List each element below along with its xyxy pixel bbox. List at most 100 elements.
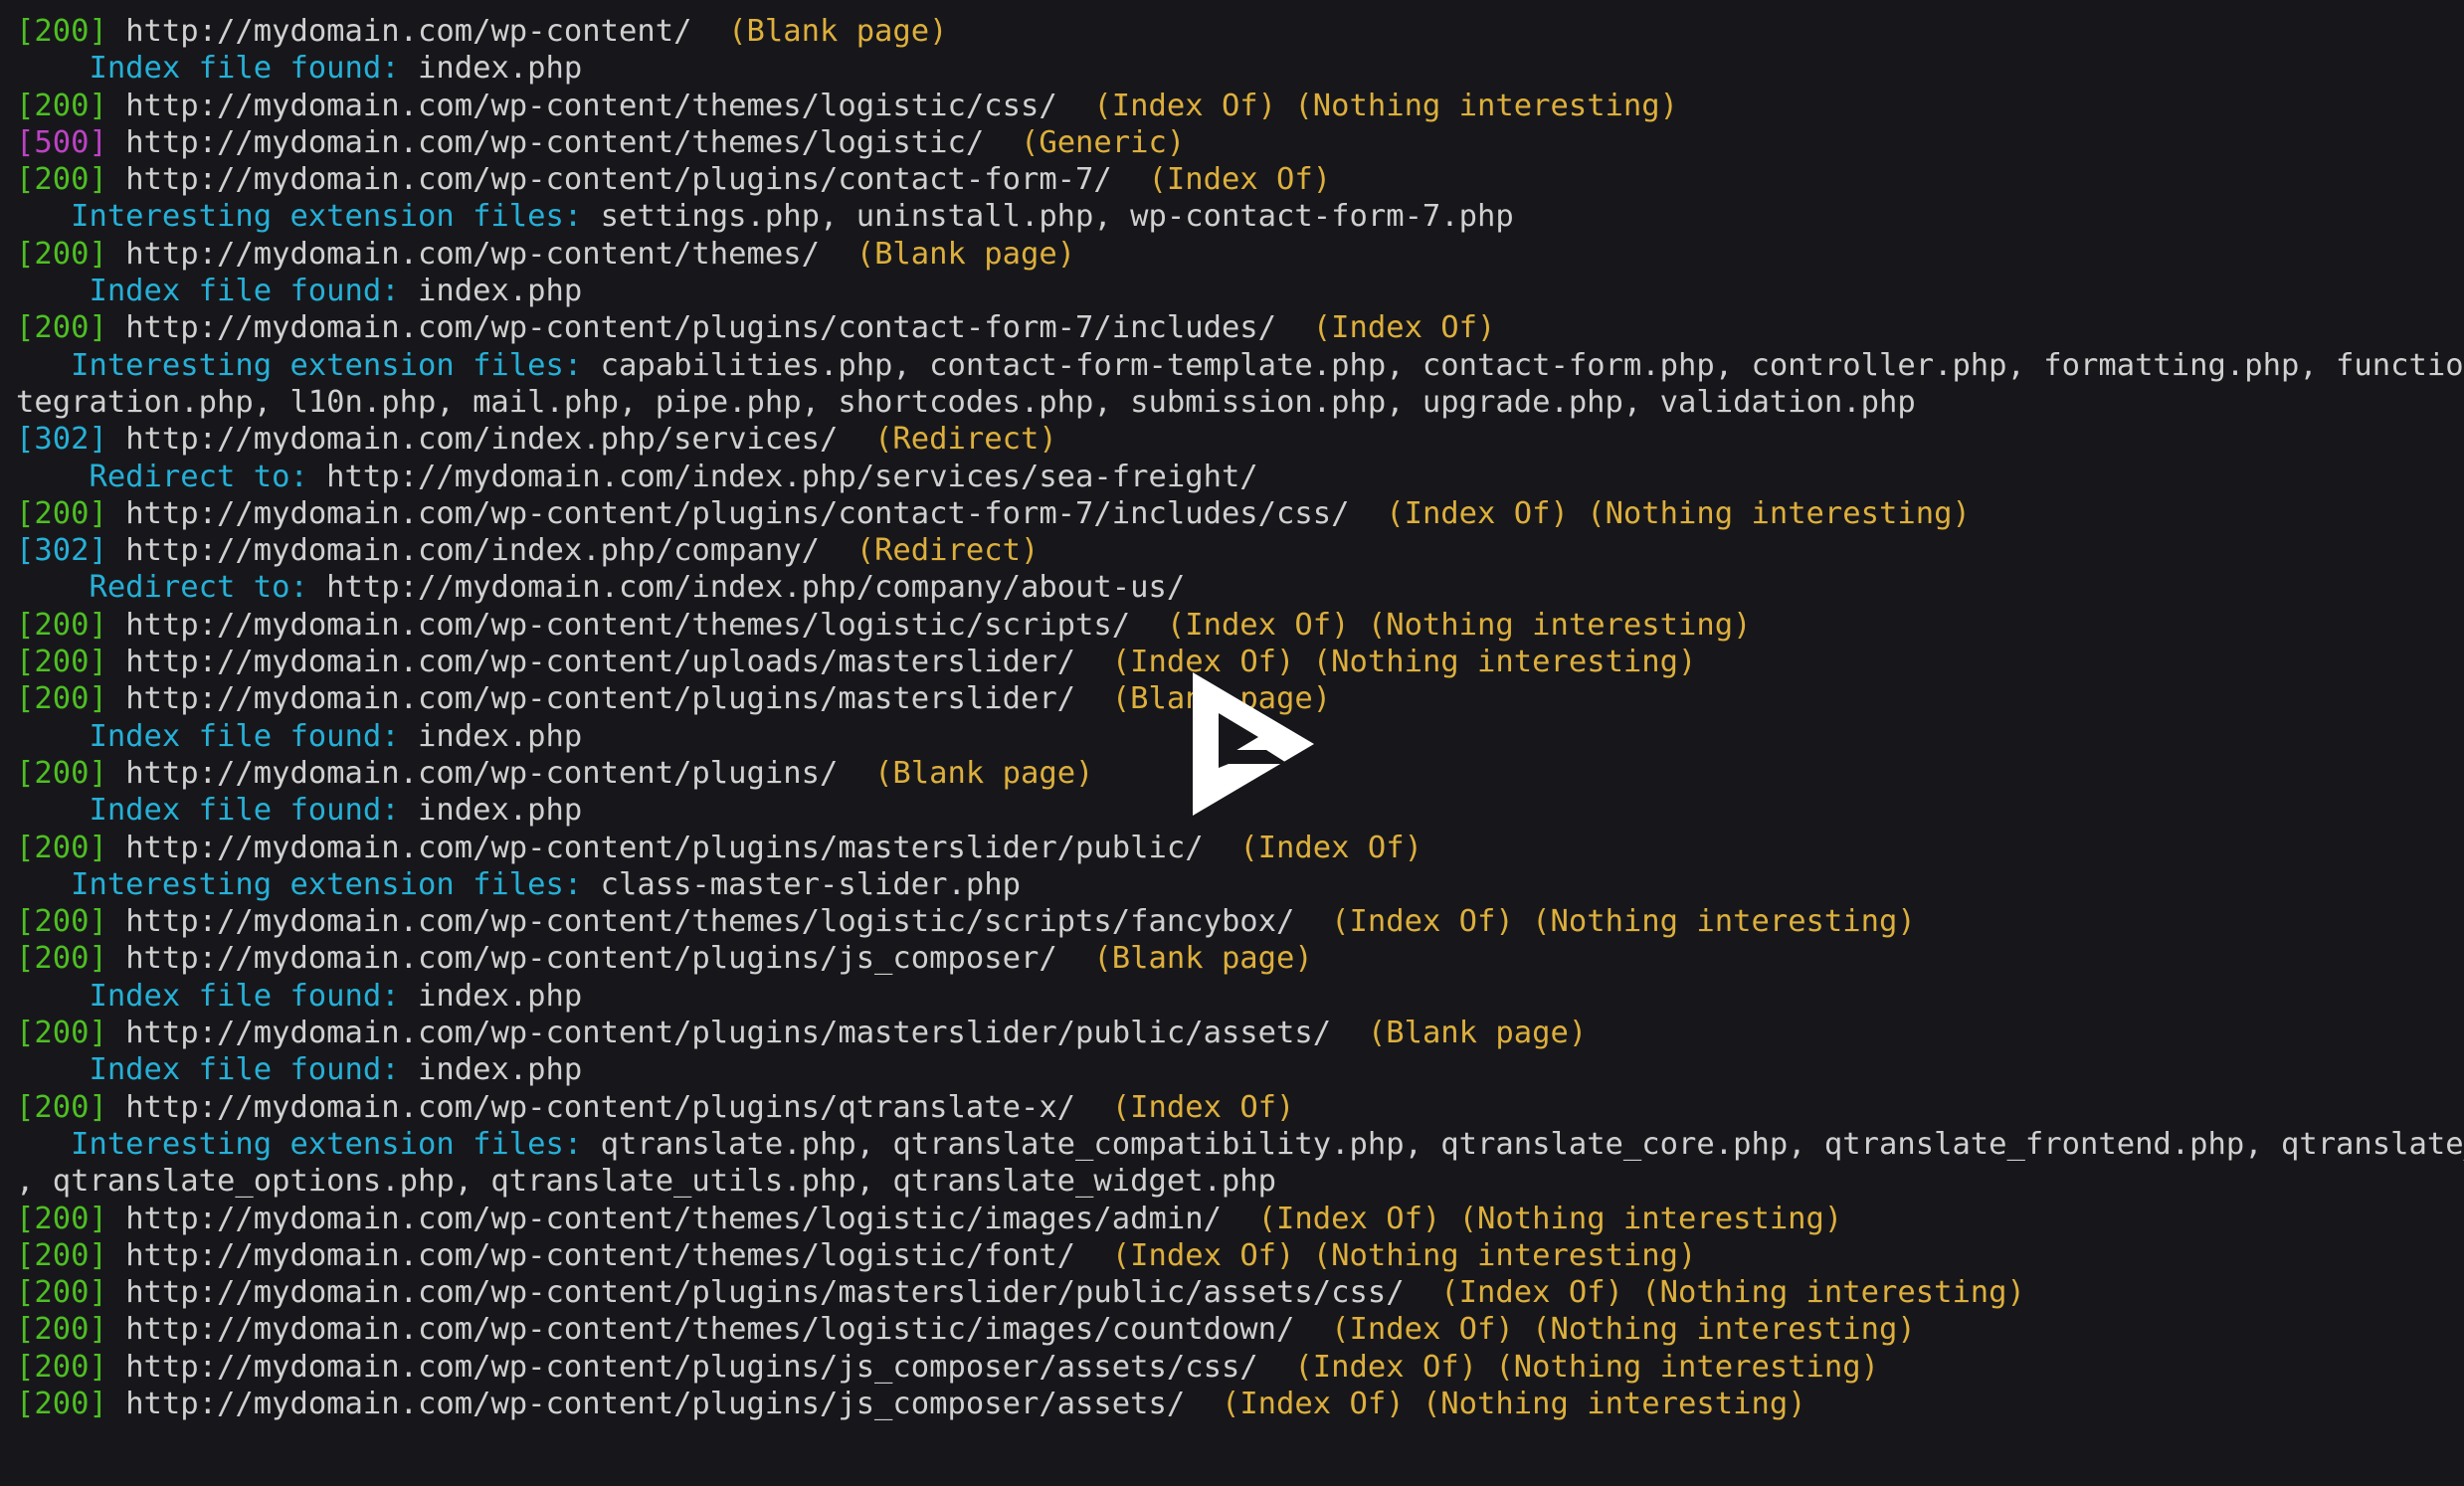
index-value: index.php [399, 1052, 583, 1088]
url: http://mydomain.com/wp-content/themes/lo… [106, 904, 1332, 940]
status-code: [302] [16, 533, 107, 569]
url: http://mydomain.com/wp-content/themes/lo… [106, 1312, 1332, 1348]
terminal-line: [302] http://mydomain.com/index.php/serv… [16, 421, 2464, 458]
note: (Index Of) (Nothing interesting) [1221, 1386, 1806, 1421]
index-label: Index file found: [16, 274, 400, 309]
note: (Index Of) (Nothing interesting) [1331, 1312, 1916, 1348]
ext-label: Interesting extension files: [16, 199, 583, 235]
status-code: [200] [16, 755, 107, 791]
url: http://mydomain.com/index.php/company/ [106, 533, 856, 569]
note: (Generic) [1020, 124, 1186, 160]
terminal-line: [200] http://mydomain.com/wp-content/ (B… [16, 13, 2464, 50]
terminal-line: , qtranslate_options.php, qtranslate_uti… [16, 1163, 2464, 1200]
terminal-line: [200] http://mydomain.com/wp-content/plu… [16, 830, 2464, 866]
ext-value: class-master-slider.php [582, 866, 1021, 902]
url: http://mydomain.com/wp-content/themes/lo… [106, 88, 1094, 123]
terminal-line: Index file found: index.php [16, 1051, 2464, 1088]
redirect-value: http://mydomain.com/index.php/services/s… [307, 459, 1258, 494]
url: http://mydomain.com/wp-content/ [106, 14, 729, 49]
status-code: [200] [16, 1349, 107, 1385]
note: (Index Of) (Nothing interesting) [1440, 1275, 2025, 1311]
ext-label: Interesting extension files: [16, 347, 583, 383]
index-value: index.php [399, 51, 583, 87]
status-code: [200] [16, 162, 107, 198]
terminal-line: [200] http://mydomain.com/wp-content/plu… [16, 1089, 2464, 1126]
note: (Index Of) [1111, 1089, 1295, 1125]
redirect-value: http://mydomain.com/index.php/company/ab… [307, 570, 1186, 606]
status-code: [200] [16, 1016, 107, 1051]
terminal-line: Index file found: index.php [16, 50, 2464, 87]
terminal-line: Redirect to: http://mydomain.com/index.p… [16, 459, 2464, 495]
status-code: [200] [16, 1312, 107, 1348]
note: (Index Of) [1148, 162, 1332, 198]
url: http://mydomain.com/wp-content/plugins/m… [106, 830, 1240, 865]
terminal-line: [200] http://mydomain.com/wp-content/the… [16, 903, 2464, 940]
terminal-line: Interesting extension files: settings.ph… [16, 198, 2464, 235]
terminal-line: [200] http://mydomain.com/wp-content/plu… [16, 309, 2464, 346]
note: (Blank page) [728, 14, 948, 49]
ext-label: Interesting extension files: [16, 1126, 583, 1162]
status-code: [200] [16, 1089, 107, 1125]
url: http://mydomain.com/wp-content/plugins/m… [106, 681, 1112, 717]
redirect-label: Redirect to: [16, 459, 308, 494]
index-value: index.php [399, 274, 583, 309]
terminal-line: [200] http://mydomain.com/wp-content/the… [16, 88, 2464, 124]
play-button[interactable] [1191, 670, 1316, 818]
note: (Redirect) [874, 422, 1057, 458]
index-value: index.php [399, 978, 583, 1014]
ext-label: Interesting extension files: [16, 866, 583, 902]
terminal-line: Index file found: index.php [16, 273, 2464, 309]
index-label: Index file found: [16, 1052, 400, 1088]
status-code: [500] [16, 124, 107, 160]
note: (Index Of) (Nothing interesting) [1294, 1349, 1880, 1385]
ext-value-wrap: tegration.php, l10n.php, mail.php, pipe.… [16, 384, 1916, 420]
status-code: [200] [16, 1237, 107, 1273]
status-code: [200] [16, 14, 107, 49]
url: http://mydomain.com/wp-content/plugins/j… [106, 1386, 1222, 1421]
url: http://mydomain.com/wp-content/themes/lo… [106, 124, 1021, 160]
status-code: [200] [16, 941, 107, 977]
terminal-line: [200] http://mydomain.com/wp-content/the… [16, 236, 2464, 273]
note: (Index Of) [1312, 310, 1496, 346]
redirect-label: Redirect to: [16, 570, 308, 606]
status-code: [200] [16, 88, 107, 123]
terminal-window: [200] http://mydomain.com/wp-content/ (B… [0, 0, 2464, 1486]
status-code: [302] [16, 422, 107, 458]
terminal-line: [200] http://mydomain.com/wp-content/the… [16, 1201, 2464, 1237]
url: http://mydomain.com/wp-content/themes/lo… [106, 1237, 1112, 1273]
index-value: index.php [399, 718, 583, 754]
note: (Index Of) (Nothing interesting) [1093, 88, 1679, 123]
terminal-line: [200] http://mydomain.com/wp-content/the… [16, 607, 2464, 644]
terminal-line: Index file found: index.php [16, 978, 2464, 1015]
terminal-line: [200] http://mydomain.com/wp-content/plu… [16, 1386, 2464, 1422]
ext-value: capabilities.php, contact-form-template.… [582, 347, 2464, 383]
ext-value: settings.php, uninstall.php, wp-contact-… [582, 199, 1514, 235]
url: http://mydomain.com/wp-content/plugins/c… [106, 310, 1313, 346]
url: http://mydomain.com/wp-content/plugins/c… [106, 162, 1149, 198]
index-value: index.php [399, 793, 583, 829]
status-code: [200] [16, 1201, 107, 1236]
status-code: [200] [16, 495, 107, 531]
status-code: [200] [16, 310, 107, 346]
terminal-line: [200] http://mydomain.com/wp-content/plu… [16, 495, 2464, 532]
url: http://mydomain.com/wp-content/themes/lo… [106, 607, 1167, 643]
terminal-line: tegration.php, l10n.php, mail.php, pipe.… [16, 384, 2464, 421]
note: (Index Of) (Nothing interesting) [1111, 1237, 1697, 1273]
terminal-line: [200] http://mydomain.com/wp-content/plu… [16, 940, 2464, 977]
url: http://mydomain.com/wp-content/themes/lo… [106, 1201, 1258, 1236]
url: http://mydomain.com/wp-content/plugins/ [106, 755, 875, 791]
status-code: [200] [16, 645, 107, 680]
url: http://mydomain.com/wp-content/plugins/q… [106, 1089, 1112, 1125]
terminal-line: Interesting extension files: capabilitie… [16, 347, 2464, 384]
index-label: Index file found: [16, 978, 400, 1014]
status-code: [200] [16, 236, 107, 272]
note: (Index Of) (Nothing interesting) [1257, 1201, 1843, 1236]
url: http://mydomain.com/wp-content/plugins/j… [106, 941, 1094, 977]
index-label: Index file found: [16, 793, 400, 829]
terminal-line: [302] http://mydomain.com/index.php/comp… [16, 532, 2464, 569]
url: http://mydomain.com/wp-content/plugins/m… [106, 1275, 1441, 1311]
note: (Blank page) [1367, 1016, 1588, 1051]
terminal-line: [200] http://mydomain.com/wp-content/plu… [16, 161, 2464, 198]
terminal-line: Interesting extension files: class-maste… [16, 866, 2464, 903]
terminal-line: Interesting extension files: qtranslate.… [16, 1126, 2464, 1163]
